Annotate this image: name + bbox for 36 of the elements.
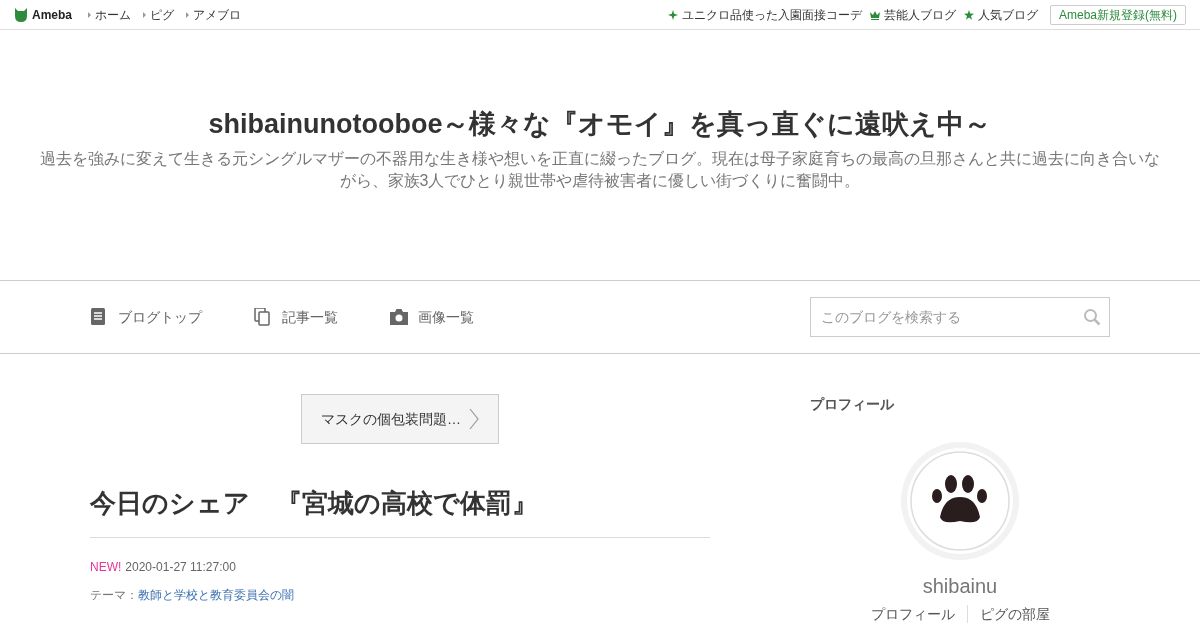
caret-icon bbox=[88, 11, 91, 18]
caret-icon bbox=[186, 11, 189, 18]
new-label: NEW! bbox=[90, 559, 122, 576]
post-date: 2020-01-27 11:27:00 bbox=[125, 559, 236, 576]
search-icon[interactable] bbox=[1083, 308, 1101, 326]
document-icon bbox=[90, 308, 108, 326]
theme-link[interactable]: 教師と学校と教育委員会の闇 bbox=[138, 586, 294, 604]
nav-tab[interactable]: ブログトップ bbox=[118, 306, 202, 328]
profile-heading: プロフィール bbox=[810, 395, 895, 414]
header-link[interactable]: ユニクロ品使った入園面接コーデ bbox=[682, 5, 862, 24]
article-title: 今日のシェア 『宮城の高校で体罰』 bbox=[90, 484, 710, 538]
nav-tab[interactable]: 画像一覧 bbox=[418, 306, 474, 328]
header-link[interactable]: 芸能人ブログ bbox=[884, 5, 956, 24]
camera-icon bbox=[390, 308, 408, 326]
chevron-right-icon bbox=[469, 408, 479, 430]
blog-title[interactable]: shibainunotooboe～様々な『オモイ』を真っ直ぐに遠吠え中～ bbox=[208, 103, 992, 145]
header-link[interactable]: 人気ブログ bbox=[978, 5, 1038, 24]
logo-icon bbox=[14, 6, 28, 23]
nav-link[interactable]: アメブロ bbox=[193, 5, 241, 24]
sparkle-icon bbox=[668, 9, 678, 20]
blog-description: 過去を強みに変えて生きる元シングルマザーの不器用な生き様や想いを正直に綴ったブログ。現在は母子家庭育ちの最高の旦那さんと共に過去に向き合いながら、家族3人でひとり親世帯や虐待被害者に優しい街づくりに奮闘中。 bbox=[40, 149, 1160, 192]
signup-button[interactable]: Ameba新規登録(無料) bbox=[1050, 4, 1186, 25]
profile-link[interactable]: プロフィール bbox=[858, 605, 967, 623]
nav-link[interactable]: ホーム bbox=[95, 5, 131, 24]
crown-icon bbox=[870, 9, 880, 20]
logo-text[interactable]: Ameba bbox=[32, 5, 72, 24]
previous-post-link[interactable]: マスクの個包装問題… bbox=[301, 394, 499, 444]
profile-link[interactable]: ピグの部屋 bbox=[966, 605, 1062, 623]
copy-icon bbox=[254, 308, 272, 326]
nav-link[interactable]: ピグ bbox=[150, 5, 174, 24]
star-icon bbox=[964, 9, 974, 20]
search-field[interactable]: このブログを検索する bbox=[810, 297, 1110, 337]
nav-tab[interactable]: 記事一覧 bbox=[282, 306, 338, 328]
caret-icon bbox=[143, 11, 146, 18]
theme-label: テーマ： bbox=[90, 587, 138, 604]
profile-name[interactable]: shibainu bbox=[810, 573, 1110, 599]
